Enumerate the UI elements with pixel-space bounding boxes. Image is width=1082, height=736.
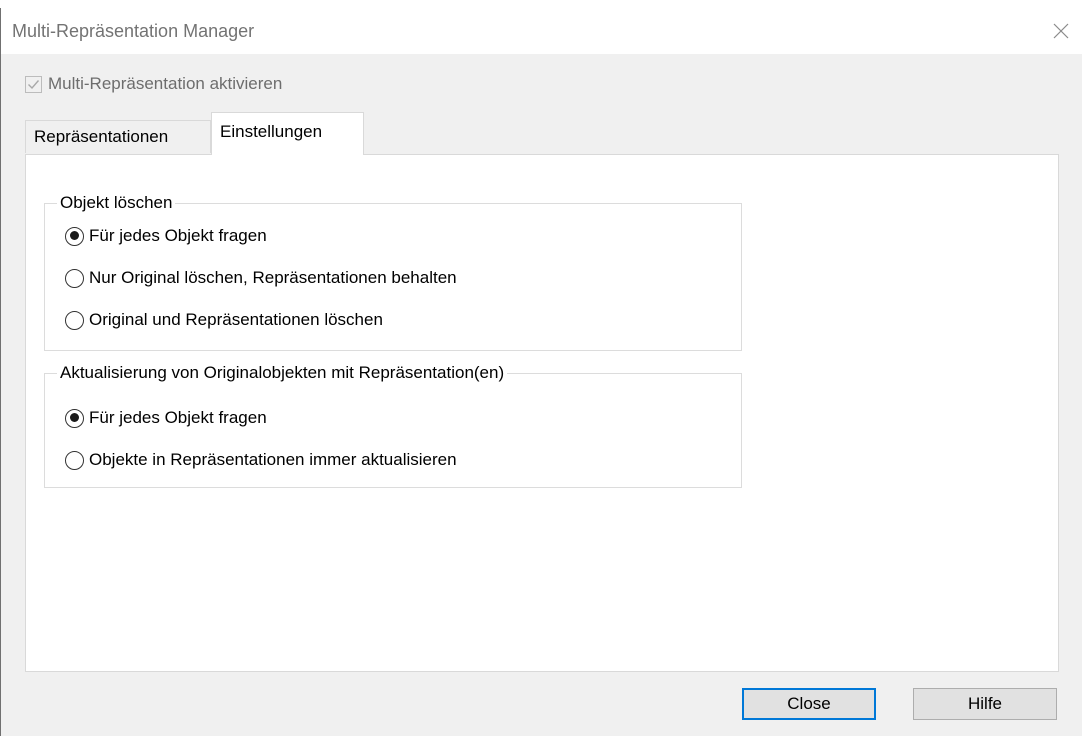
radio-button[interactable] (65, 310, 84, 330)
tab-settings[interactable]: Einstellungen (211, 112, 364, 155)
delete-object-group: Objekt löschen Für jedes Objekt fragen N… (44, 193, 742, 351)
radio-button[interactable] (65, 450, 84, 470)
delete-group-title: Objekt löschen (57, 193, 176, 213)
settings-panel: Objekt löschen Für jedes Objekt fragen N… (25, 154, 1059, 672)
close-button[interactable]: Close (742, 688, 876, 720)
delete-option-all[interactable]: Original und Repräsentationen löschen (65, 308, 383, 332)
radio-label: Objekte in Repräsentationen immer aktual… (89, 450, 457, 469)
window-title: Multi-Repräsentation Manager (12, 21, 255, 41)
help-button[interactable]: Hilfe (913, 688, 1057, 720)
update-originals-group: Aktualisierung von Originalobjekten mit … (44, 363, 742, 488)
radio-label: Für jedes Objekt fragen (89, 408, 267, 427)
title-bar: Multi-Repräsentation Manager (1, 8, 1082, 54)
radio-label: Für jedes Objekt fragen (89, 226, 267, 245)
tab-representations[interactable]: Repräsentationen (25, 120, 211, 153)
dialog-window: Multi-Repräsentation Manager Multi-Reprä… (0, 8, 1082, 736)
radio-button[interactable] (65, 408, 84, 428)
radio-button[interactable] (65, 268, 84, 288)
radio-button[interactable] (65, 226, 84, 246)
enable-multi-representation[interactable]: Multi-Repräsentation aktivieren (25, 72, 282, 96)
delete-option-original-only[interactable]: Nur Original löschen, Repräsentationen b… (65, 266, 457, 290)
radio-label: Original und Repräsentationen löschen (89, 310, 383, 329)
checkmark-icon (28, 79, 40, 89)
enable-label: Multi-Repräsentation aktivieren (48, 74, 283, 93)
update-group-title: Aktualisierung von Originalobjekten mit … (57, 363, 508, 383)
close-window-icon[interactable] (1048, 18, 1074, 44)
enable-checkbox[interactable] (25, 75, 42, 93)
update-option-always[interactable]: Objekte in Repräsentationen immer aktual… (65, 448, 457, 472)
delete-option-ask[interactable]: Für jedes Objekt fragen (65, 224, 267, 248)
background-strip (0, 0, 1082, 8)
radio-label: Nur Original löschen, Repräsentationen b… (89, 268, 457, 287)
tab-strip: Repräsentationen Einstellungen (25, 112, 1059, 155)
update-option-ask[interactable]: Für jedes Objekt fragen (65, 406, 267, 430)
